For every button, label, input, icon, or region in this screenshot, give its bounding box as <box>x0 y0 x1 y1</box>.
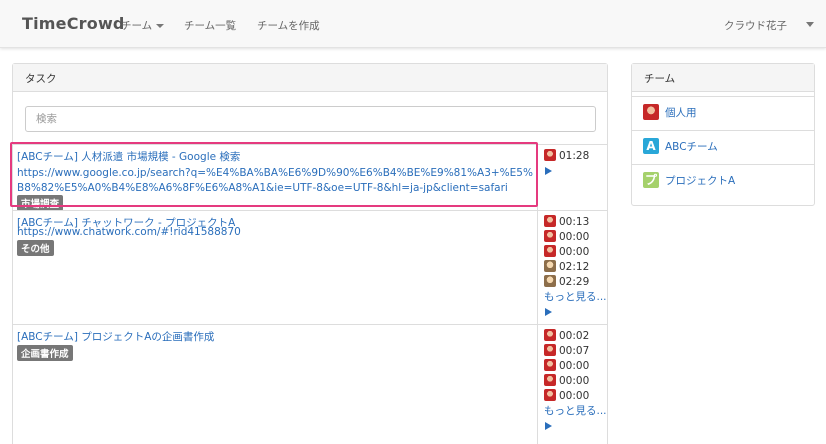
user-avatar-icon <box>544 230 556 242</box>
user-avatar-icon <box>544 215 556 227</box>
task-main-cell: [ABCチーム] プロジェクトAの企画書作成 企画書作成 <box>13 325 538 444</box>
highlight-annotation <box>10 142 538 207</box>
user-menu[interactable]: クラウド花子 <box>724 18 787 33</box>
time-entry: 00:13 <box>544 215 607 230</box>
top-navbar: TimeCrowd チーム チーム一覧 チームを作成 クラウド花子 <box>0 0 826 48</box>
task-row: [ABCチーム] チャットワーク - プロジェクトA https://www.c… <box>13 210 607 324</box>
time-entries: 01:28 <box>544 149 589 175</box>
show-more-link[interactable]: もっと見る... <box>544 291 607 303</box>
time-entry: 00:02 <box>544 329 607 344</box>
task-row: [ABCチーム] プロジェクトAの企画書作成 企画書作成 00:02 00:07… <box>13 324 607 444</box>
category-badge: その他 <box>17 240 54 256</box>
show-more-link[interactable]: もっと見る... <box>544 405 607 417</box>
team-name-link[interactable]: プロジェクトA <box>665 173 735 188</box>
time-entries: 00:13 00:00 00:00 02:12 02:29 もっと見る... <box>544 215 607 316</box>
time-entry: 02:29 <box>544 275 607 290</box>
play-icon[interactable] <box>545 422 552 430</box>
brand-logo[interactable]: TimeCrowd <box>22 14 125 33</box>
team-name-link[interactable]: ABCチーム <box>665 139 718 154</box>
search-input[interactable] <box>25 106 596 132</box>
team-letter-icon: プ <box>643 172 659 188</box>
user-avatar-icon <box>544 389 556 401</box>
time-entry: 00:00 <box>544 374 607 389</box>
time-entry: 00:00 <box>544 359 607 374</box>
user-avatar-icon <box>544 344 556 356</box>
user-avatar-icon <box>544 359 556 371</box>
user-caret-down-icon[interactable] <box>806 22 814 27</box>
time-entry: 01:28 <box>544 149 589 164</box>
team-item-personal[interactable]: 個人用 <box>632 96 814 125</box>
team-letter-icon: A <box>643 138 659 154</box>
nav-create-team[interactable]: チームを作成 <box>257 18 320 33</box>
teams-panel: チーム 個人用 A ABCチーム プ プロジェクトA <box>631 63 815 206</box>
teams-panel-heading: チーム <box>632 64 814 92</box>
task-main-cell: [ABCチーム] チャットワーク - プロジェクトA https://www.c… <box>13 211 538 324</box>
personal-avatar-icon <box>643 104 659 120</box>
category-badge: 企画書作成 <box>17 345 73 361</box>
nav-team-label: チーム <box>121 20 153 32</box>
nav-team-dropdown[interactable]: チーム <box>121 18 165 33</box>
team-name-link[interactable]: 個人用 <box>665 105 697 120</box>
play-icon[interactable] <box>545 308 552 316</box>
time-entry: 00:00 <box>544 230 607 245</box>
nav-team-list[interactable]: チーム一覧 <box>184 18 236 33</box>
user-avatar-icon <box>544 149 556 161</box>
task-url-link[interactable]: https://www.chatwork.com/#!rid41588870 <box>17 224 241 240</box>
time-entry: 00:00 <box>544 245 607 260</box>
time-entry: 00:07 <box>544 344 607 359</box>
team-item-project-a[interactable]: プ プロジェクトA <box>632 164 814 193</box>
tasks-panel: タスク [ABCチーム] 人材派遣 市場規模 - Google 検索 https… <box>12 63 608 444</box>
user-avatar-icon <box>544 275 556 287</box>
play-icon[interactable] <box>545 167 552 175</box>
time-entries: 00:02 00:07 00:00 00:00 00:00 もっと見る... <box>544 329 607 430</box>
user-avatar-icon <box>544 329 556 341</box>
user-avatar-icon <box>544 260 556 272</box>
time-entry: 02:12 <box>544 260 607 275</box>
time-entry: 00:00 <box>544 389 607 404</box>
caret-down-icon <box>156 24 165 28</box>
user-avatar-icon <box>544 374 556 386</box>
user-avatar-icon <box>544 245 556 257</box>
task-title-link[interactable]: [ABCチーム] プロジェクトAの企画書作成 <box>17 329 214 344</box>
tasks-panel-heading: タスク <box>13 64 607 92</box>
team-item-abc[interactable]: A ABCチーム <box>632 130 814 159</box>
